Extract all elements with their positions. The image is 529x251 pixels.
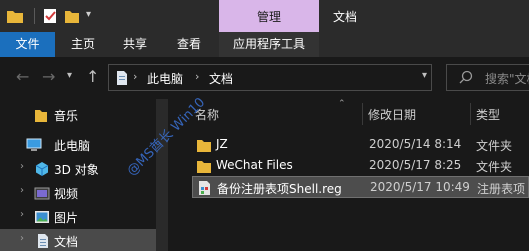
address-bar[interactable]: › 此电脑 › 文档 ▾ bbox=[108, 64, 432, 91]
search-box[interactable]: 搜索"文档" bbox=[446, 64, 529, 91]
file-name: WeChat Files bbox=[216, 158, 293, 172]
nav-item-label: 文档 bbox=[54, 235, 79, 249]
nav-item-pictures[interactable]: › 图片 bbox=[0, 205, 156, 229]
sort-ascending-icon: ⌃ bbox=[338, 99, 346, 109]
registry-file-icon bbox=[199, 181, 210, 195]
tab-share[interactable]: 共享 bbox=[116, 32, 154, 57]
customize-quick-access-icon[interactable]: ▾ bbox=[86, 9, 91, 20]
column-header-date[interactable]: 修改日期 bbox=[368, 106, 416, 123]
column-divider[interactable] bbox=[362, 103, 363, 125]
recent-locations-chevron-icon[interactable]: ▾ bbox=[67, 70, 72, 81]
search-icon bbox=[459, 70, 473, 84]
nav-item-music[interactable]: 音乐 bbox=[0, 103, 156, 127]
tab-file[interactable]: 文件 bbox=[0, 32, 55, 57]
back-arrow-icon[interactable]: ← bbox=[16, 67, 29, 86]
file-type: 文件夹 bbox=[476, 160, 513, 174]
nav-item-videos[interactable]: › 视频 bbox=[0, 181, 156, 205]
properties-icon[interactable] bbox=[42, 7, 58, 25]
breadcrumb-this-pc[interactable]: 此电脑 bbox=[147, 70, 183, 87]
file-type: 文件夹 bbox=[476, 139, 513, 153]
file-row[interactable]: WeChat Files 2020/5/17 8:25 文件夹 bbox=[192, 155, 529, 177]
expand-chevron-icon[interactable]: › bbox=[20, 185, 24, 196]
context-tab-manage[interactable]: 管理 bbox=[219, 0, 319, 32]
expand-chevron-icon[interactable]: › bbox=[20, 209, 24, 220]
breadcrumb-chevron-icon[interactable]: › bbox=[133, 70, 137, 83]
expand-chevron-icon[interactable]: › bbox=[20, 233, 24, 244]
expand-chevron-icon[interactable]: › bbox=[20, 161, 24, 172]
videos-icon bbox=[34, 187, 50, 200]
window-title: 文档 bbox=[333, 10, 358, 24]
forward-arrow-icon[interactable]: → bbox=[42, 67, 55, 86]
nav-item-label: 此电脑 bbox=[54, 139, 91, 153]
up-arrow-icon[interactable]: ↑ bbox=[86, 67, 99, 86]
file-row[interactable]: JZ 2020/5/14 8:14 文件夹 bbox=[192, 134, 529, 156]
file-name: JZ bbox=[216, 137, 228, 151]
column-header-type[interactable]: 类型 bbox=[476, 106, 500, 123]
documents-location-icon bbox=[117, 71, 127, 85]
computer-icon bbox=[26, 138, 42, 151]
nav-item-label: 音乐 bbox=[54, 109, 79, 123]
documents-icon bbox=[38, 234, 48, 248]
tab-home[interactable]: 主页 bbox=[64, 32, 102, 57]
column-divider[interactable] bbox=[470, 103, 471, 125]
file-row[interactable]: 备份注册表项Shell.reg 2020/5/17 10:49 注册表项 bbox=[192, 176, 529, 198]
breadcrumb-chevron-icon[interactable]: › bbox=[195, 70, 199, 83]
file-date: 2020/5/17 10:49 bbox=[370, 180, 470, 194]
nav-item-label: 3D 对象 bbox=[54, 163, 99, 177]
file-date: 2020/5/14 8:14 bbox=[369, 137, 462, 151]
file-type: 注册表项 bbox=[477, 182, 526, 196]
navigation-bar: ← → ▾ ↑ › 此电脑 › 文档 ▾ 搜索"文档" bbox=[0, 57, 529, 99]
file-date: 2020/5/17 8:25 bbox=[369, 158, 462, 172]
tab-view[interactable]: 查看 bbox=[170, 32, 208, 57]
file-list: ⌃ 名称 修改日期 类型 JZ 2020/5/14 8:14 文件夹 WeCha… bbox=[168, 99, 529, 251]
breadcrumb-documents[interactable]: 文档 bbox=[209, 70, 233, 87]
title-bar: ▾ 管理 文档 bbox=[0, 0, 529, 32]
3d-objects-icon bbox=[35, 162, 49, 176]
address-dropdown-icon[interactable]: ▾ bbox=[422, 70, 427, 81]
nav-item-label: 图片 bbox=[54, 211, 79, 225]
folder-icon bbox=[7, 11, 23, 23]
pictures-icon bbox=[35, 211, 49, 223]
folder-icon bbox=[197, 161, 211, 173]
file-name: 备份注册表项Shell.reg bbox=[217, 182, 342, 196]
nav-item-documents[interactable]: › 文档 bbox=[0, 229, 156, 251]
search-placeholder: 搜索"文档" bbox=[485, 72, 529, 86]
new-folder-icon[interactable] bbox=[64, 7, 80, 25]
ribbon-tabs: 文件 主页 共享 查看 应用程序工具 bbox=[0, 32, 529, 57]
nav-item-label: 视频 bbox=[54, 187, 79, 201]
quick-access-separator bbox=[34, 8, 35, 24]
tab-application-tools[interactable]: 应用程序工具 bbox=[219, 32, 319, 57]
folder-icon bbox=[197, 140, 211, 152]
music-folder-icon bbox=[35, 110, 47, 122]
